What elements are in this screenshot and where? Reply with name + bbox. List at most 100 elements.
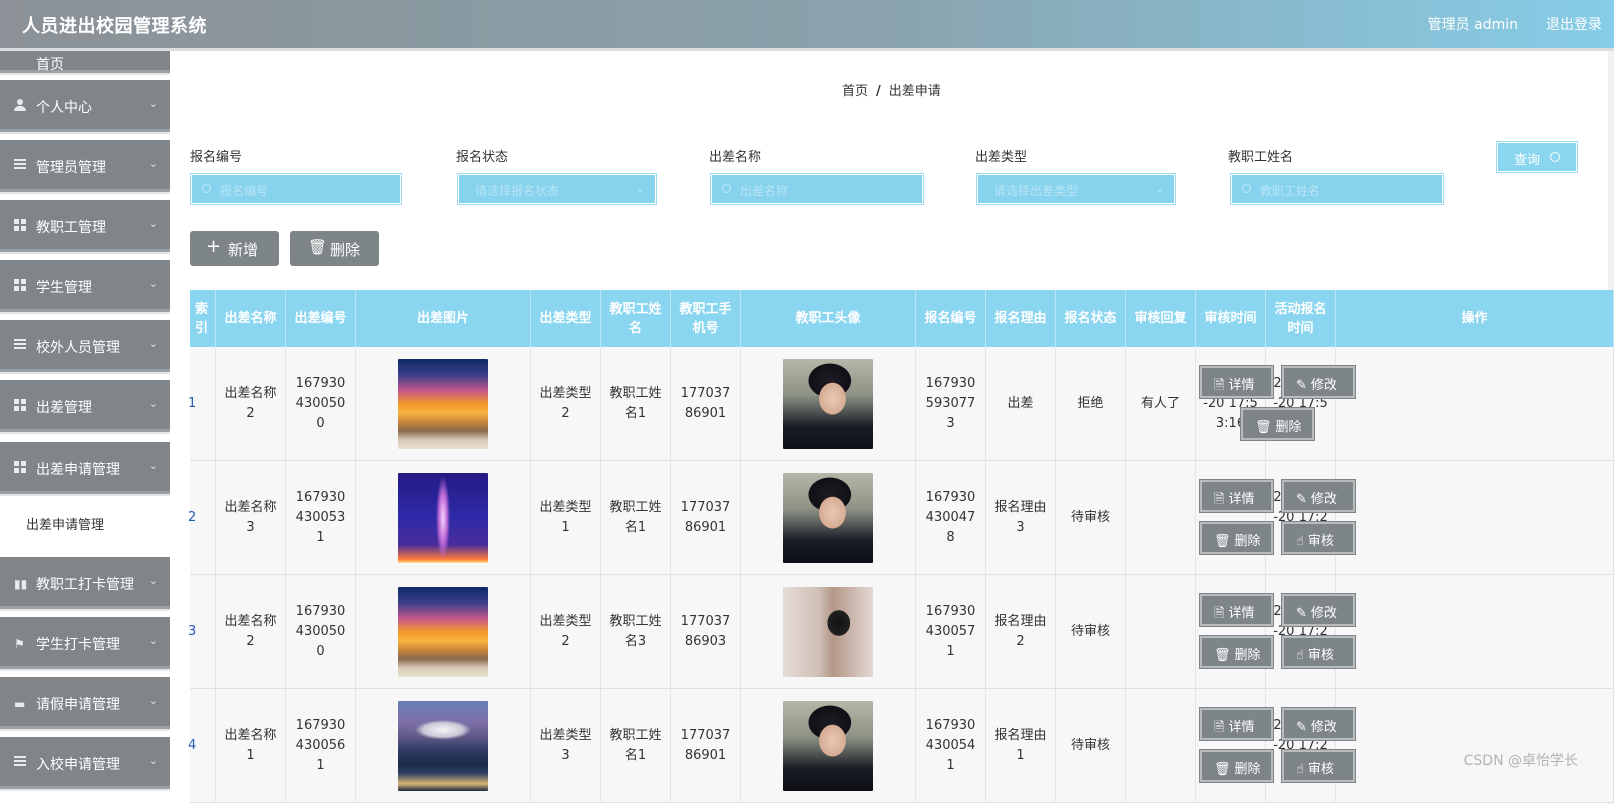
review-button-label: 审核 [1307, 648, 1334, 663]
operations-cell [1336, 575, 1614, 689]
sidebar-item-home[interactable]: 首页 [0, 51, 170, 75]
staff-phone-cell: 17703786901 [671, 347, 741, 461]
table-row: 1 出差名称2 1679304300500 出差类型2 教职工姓名1 1770378690… [188, 347, 1614, 461]
trip-name: 出差名称1 [224, 728, 277, 763]
trip-code-cell: 1679304300561 [286, 689, 356, 803]
column-header: 出差编号 [286, 290, 356, 347]
regno-input[interactable]: 报名编号 [190, 173, 402, 205]
table-row: 3 出差名称2 1679304300500 出差类型2 教职工姓名3 1770378690… [188, 575, 1614, 689]
reg-reason: 报名理由2 [994, 614, 1047, 649]
delete-button[interactable]: 🗑 删除 [1199, 749, 1274, 783]
add-button[interactable]: + 新增 [190, 231, 279, 266]
trip-code: 1679304300500 [295, 604, 346, 659]
sidebar-item-1[interactable]: 个人中心 ⌄ [0, 80, 170, 134]
trip-name-placeholder: 出差名称 [740, 184, 789, 198]
staff-phone: 17703786901 [680, 500, 731, 535]
top-bar: 人员进出校园管理系统 管理员 admin 退出登录 [0, 0, 1614, 48]
reg-number-cell: 1679304300541 [916, 689, 986, 803]
reg-status-cell: 待审核 [1056, 575, 1126, 689]
row-index: 1 [188, 396, 197, 411]
sidebar-item-label: 请假申请管理 [36, 697, 120, 713]
staff-phone-cell: 17703786901 [671, 689, 741, 803]
chevron-down-icon: ⌄ [148, 694, 158, 707]
hand-pointer-icon: ☝ [1296, 762, 1304, 777]
trip-image-cell [356, 461, 531, 575]
sidebar-item-4[interactable]: 学生管理 ⌄ [0, 260, 170, 314]
trip-type-select[interactable]: 请选择出差类型 ⌄ [976, 173, 1176, 205]
column-header: 教职工手机号 [671, 290, 741, 347]
reg-number-cell: 1679305930773 [916, 347, 986, 461]
add-label: 新增 [228, 241, 259, 259]
staff-name-cell: 教职工姓名3 [601, 575, 671, 689]
breadcrumb-current: 出差申请 [888, 84, 941, 99]
sidebar-item-2[interactable]: 管理员管理 ⌄ [0, 140, 170, 194]
document-icon: 🗎 [1214, 720, 1225, 735]
flag-icon: ⚑ [14, 637, 25, 651]
hand-pointer-icon: ☝ [1296, 534, 1304, 549]
search-icon [1550, 152, 1560, 162]
operations-cell [1336, 461, 1614, 575]
sidebar-item-9[interactable]: ⚑ 学生打卡管理 ⌄ [0, 617, 170, 671]
delete-button[interactable]: 🗑 删除 [1199, 521, 1274, 555]
row-index-cell: 3 [188, 575, 216, 689]
table-row: 4 出差名称1 1679304300561 出差类型3 教职工姓名1 1770378690… [188, 689, 1614, 803]
detail-button[interactable]: 🗎 详情 [1199, 593, 1274, 627]
sidebar: 首页 个人中心 ⌄ 管理员管理 ⌄ 教职工管理 ⌄ 学生管理 ⌄ 校外人员管理 ⌄ 出差管理 ⌄ 出差申… [0, 51, 170, 804]
breadcrumb-home[interactable]: 首页 [842, 84, 868, 99]
detail-button[interactable]: 🗎 详情 [1199, 365, 1274, 399]
review-reply-cell: 有人了 [1126, 347, 1196, 461]
sidebar-item-11[interactable]: 入校申请管理 ⌄ [0, 737, 170, 791]
chevron-down-icon: ⌄ [148, 634, 158, 647]
plus-icon: + [206, 236, 222, 257]
reg-time-cell: 2023-03-20 17:25:00 [1266, 461, 1336, 575]
column-header: 报名理由 [986, 290, 1056, 347]
reg-number: 1679305930773 [925, 376, 976, 431]
review-time-cell [1196, 575, 1266, 689]
delete-button[interactable]: 🗑 删除 [1199, 635, 1274, 669]
detail-button-label: 详情 [1228, 492, 1255, 507]
reg-status-cell: 待审核 [1056, 461, 1126, 575]
sidebar-subitem-trip-apply[interactable]: 出差申请管理 [0, 502, 170, 544]
query-button[interactable]: 查询 [1496, 141, 1578, 173]
trip-name-cell: 出差名称2 [216, 347, 286, 461]
chevron-down-icon: ⌄ [1154, 182, 1164, 195]
sidebar-item-10[interactable]: ▬ 请假申请管理 ⌄ [0, 677, 170, 731]
reg-reason-cell: 报名理由2 [986, 575, 1056, 689]
trip-image [398, 473, 488, 563]
breadcrumb: 首页 / 出差申请 [842, 80, 941, 99]
pen-icon: ✎ [1296, 492, 1307, 507]
trip-type-cell: 出差类型3 [531, 689, 601, 803]
regno-placeholder: 报名编号 [220, 184, 269, 198]
sidebar-item-6[interactable]: 出差管理 ⌄ [0, 380, 170, 434]
detail-button[interactable]: 🗎 详情 [1199, 479, 1274, 513]
row-index-cell: 4 [188, 689, 216, 803]
sidebar-item-3[interactable]: 教职工管理 ⌄ [0, 200, 170, 254]
staff-name: 教职工姓名1 [609, 386, 662, 421]
delete-button[interactable]: 🗑 删除 [1240, 407, 1315, 441]
column-header: 索引 [188, 290, 216, 347]
staff-name-cell: 教职工姓名1 [601, 461, 671, 575]
status-placeholder: 请选择报名状态 [475, 184, 560, 198]
detail-button[interactable]: 🗎 详情 [1199, 707, 1274, 741]
sidebar-item-label: 学生管理 [36, 280, 92, 296]
sidebar-item-8[interactable]: ▮▮ 教职工打卡管理 ⌄ [0, 557, 170, 611]
grid-icon [14, 279, 26, 291]
delete-button-label: 删除 [1234, 648, 1261, 663]
sidebar-item-7[interactable]: 出差申请管理 ⌄ [0, 442, 170, 496]
logout-link[interactable]: 退出登录 [1546, 14, 1602, 34]
staff-phone: 17703786901 [680, 386, 731, 421]
sidebar-item-5[interactable]: 校外人员管理 ⌄ [0, 320, 170, 374]
search-icon [202, 184, 211, 193]
sliders-icon [14, 756, 26, 768]
trip-image-cell [356, 575, 531, 689]
batch-delete-button[interactable]: 🗑 删除 [290, 231, 379, 266]
detail-button-label: 详情 [1228, 606, 1255, 621]
staff-name-input[interactable]: 教职工姓名 [1230, 173, 1444, 205]
chevron-down-icon: ⌄ [148, 97, 158, 110]
status-select[interactable]: 请选择报名状态 ⌄ [457, 173, 657, 205]
app-title: 人员进出校园管理系统 [22, 16, 207, 37]
trip-type-cell: 出差类型2 [531, 347, 601, 461]
document-icon: 🗎 [1214, 606, 1225, 621]
reg-time-cell: 2023-03-20 17:25:00 [1266, 689, 1336, 803]
trip-name-input[interactable]: 出差名称 [710, 173, 924, 205]
